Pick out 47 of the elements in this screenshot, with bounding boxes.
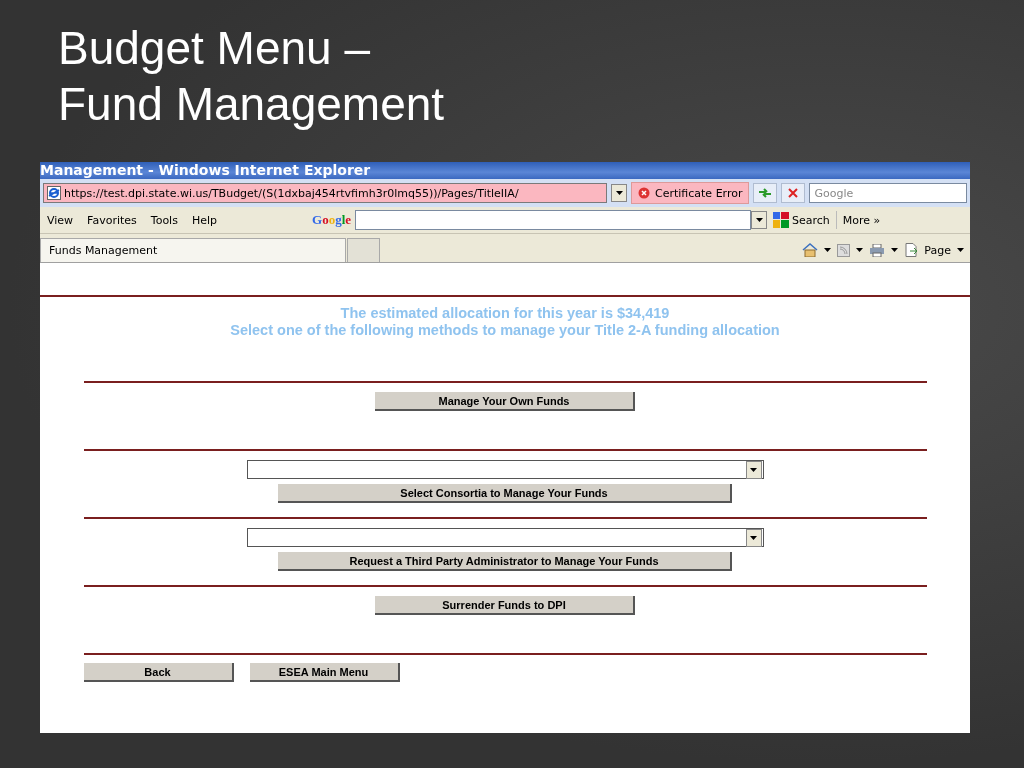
page-menu[interactable]: Page bbox=[924, 243, 951, 257]
window-title: Management - Windows Internet Explorer bbox=[40, 162, 970, 179]
browser-tab[interactable]: Funds Management bbox=[40, 238, 346, 262]
google-logo: Google bbox=[312, 212, 352, 228]
slide-title: Budget Menu – bbox=[58, 21, 370, 76]
stop-button[interactable] bbox=[781, 183, 806, 203]
toolbar-search-field[interactable] bbox=[355, 210, 752, 230]
search-field[interactable]: Google bbox=[809, 183, 967, 203]
nav-button[interactable]: ESEA Main Menu bbox=[249, 663, 400, 682]
refresh-button[interactable] bbox=[753, 183, 778, 203]
printer-icon[interactable] bbox=[869, 243, 886, 257]
caret-icon bbox=[755, 218, 763, 222]
menu-item[interactable]: Help bbox=[184, 213, 224, 227]
browser-icon bbox=[47, 186, 61, 200]
dropdown-button[interactable] bbox=[751, 211, 768, 229]
squares-icon bbox=[773, 212, 790, 228]
home-icon[interactable] bbox=[802, 243, 819, 257]
nav-button[interactable]: Back bbox=[83, 663, 234, 682]
instruction-text: Select one of the following methods to manage your Title 2-A funding allocation bbox=[230, 322, 780, 339]
page-icon bbox=[904, 243, 919, 257]
more-button[interactable]: More » bbox=[836, 213, 887, 227]
caret-icon bbox=[750, 467, 757, 472]
certificate-error-button[interactable]: Certificate Error bbox=[631, 182, 750, 204]
action-button[interactable]: Select Consortia to Manage Your Funds bbox=[278, 484, 732, 503]
caret-icon bbox=[891, 248, 899, 252]
close-icon bbox=[788, 188, 799, 198]
caret-icon bbox=[615, 191, 623, 195]
caret-icon bbox=[957, 248, 964, 252]
caret-icon bbox=[750, 535, 757, 540]
action-button[interactable]: Surrender Funds to DPI bbox=[375, 596, 635, 615]
caret-icon bbox=[824, 248, 832, 252]
caret-icon bbox=[856, 248, 864, 252]
error-icon bbox=[638, 187, 650, 199]
action-button[interactable]: Manage Your Own Funds bbox=[375, 392, 635, 411]
action-button[interactable]: Request a Third Party Administrator to Manage Your Funds bbox=[278, 552, 732, 571]
search-button[interactable]: Search bbox=[767, 212, 836, 228]
select-field[interactable] bbox=[246, 528, 764, 547]
menu-item[interactable]: View bbox=[40, 213, 81, 227]
address-field[interactable]: https://test.dpi.state.wi.us/TBudget/(S(1dxbaj454rtvfimh3r0lmq55))/Pages/TitleIIA/ bbox=[43, 183, 607, 203]
slide-title: Fund Management bbox=[58, 77, 445, 132]
menu-item[interactable]: Tools bbox=[143, 213, 185, 227]
dropdown-button[interactable] bbox=[611, 184, 627, 202]
refresh-icon bbox=[758, 188, 773, 198]
feed-icon[interactable] bbox=[837, 243, 851, 257]
menu-item[interactable]: Favorites bbox=[80, 213, 144, 227]
select-field[interactable] bbox=[246, 460, 764, 479]
allocation-text: The estimated allocation for this year is $34,419 bbox=[340, 305, 670, 322]
